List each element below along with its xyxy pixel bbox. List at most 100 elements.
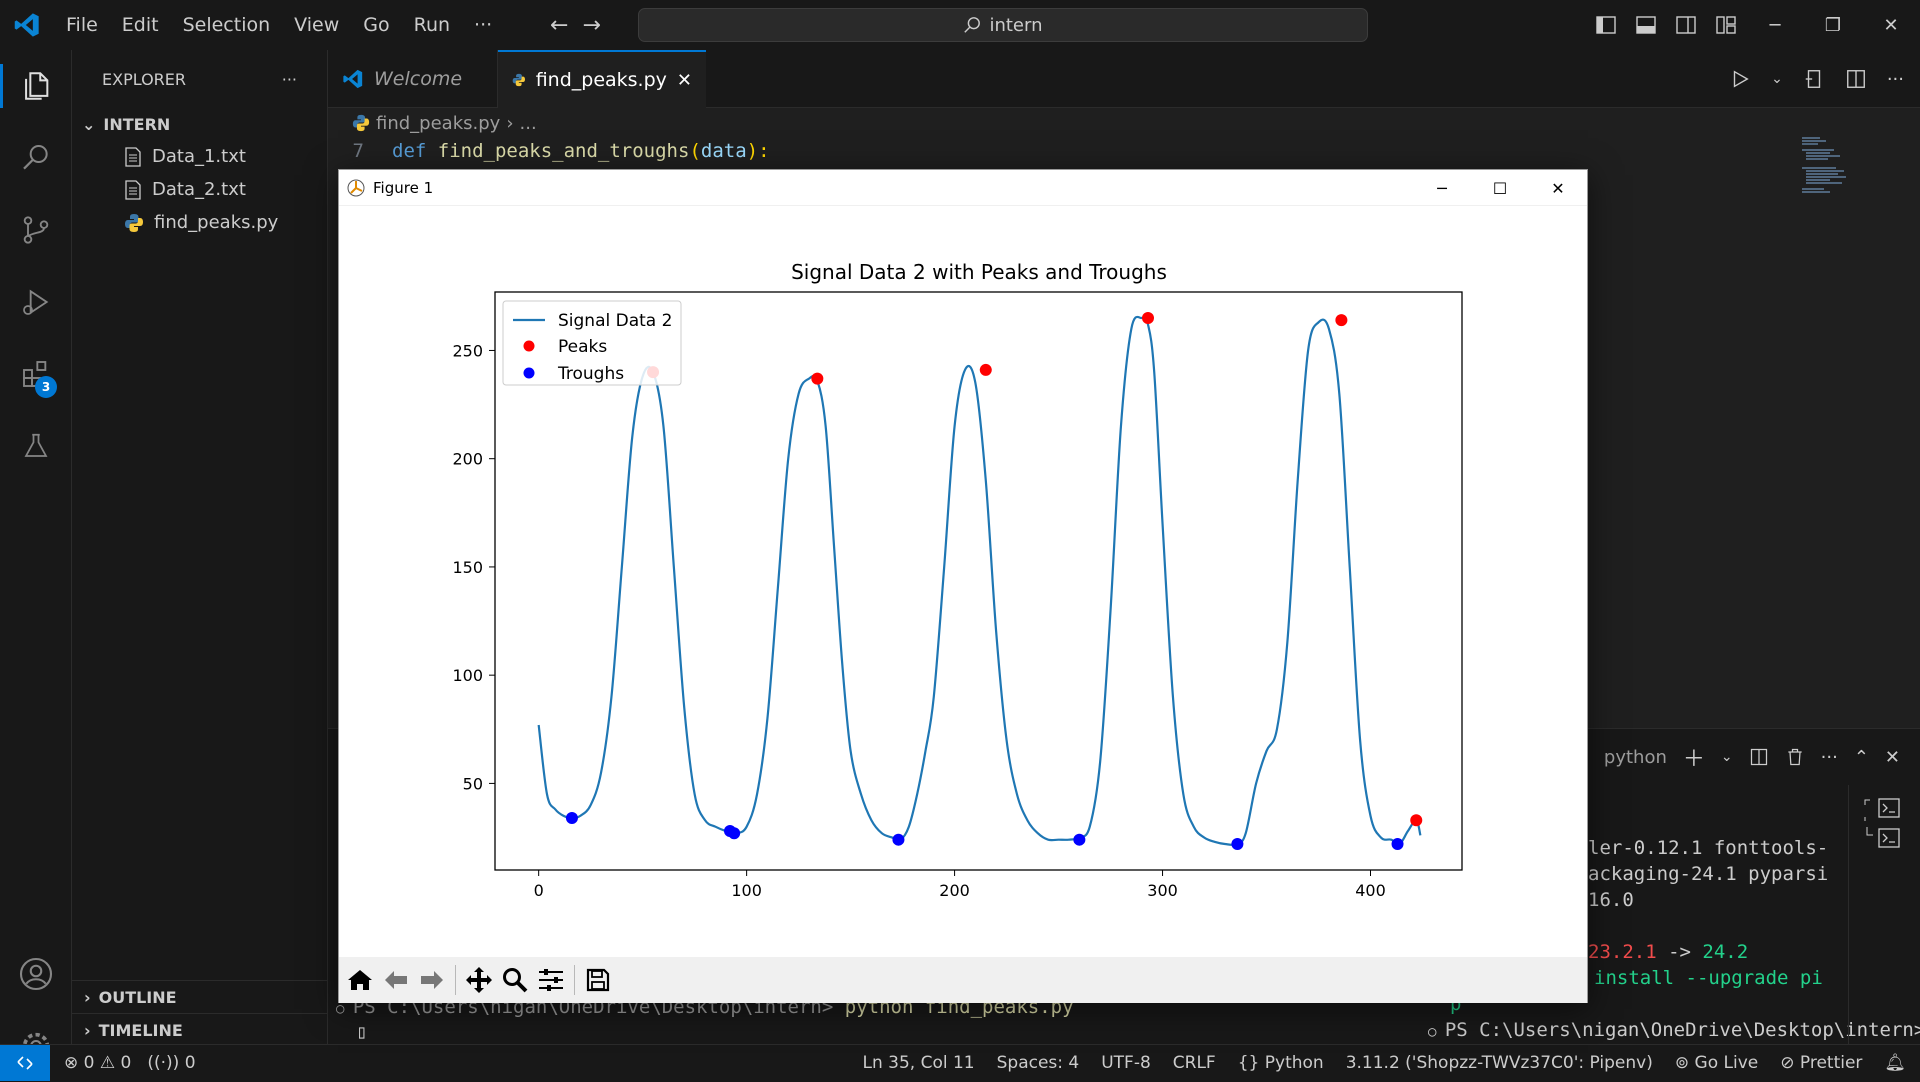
terminal-prompt-line[interactable]: ○ PS C:\Users\nigan\OneDrive\Desktop\int… — [1428, 1019, 1920, 1041]
outline-section[interactable]: › OUTLINE — [72, 980, 328, 1013]
restore-window-button[interactable]: ❐ — [1804, 0, 1862, 50]
encoding[interactable]: UTF-8 — [1101, 1053, 1151, 1073]
terminal-dropdown-chevron-icon[interactable]: ⌄ — [1721, 749, 1733, 765]
editor-tabs: Welcome find_peaks.py ✕ ⌄ ··· — [328, 50, 1920, 108]
chart-canvas[interactable]: Signal Data 2 with Peaks and Troughs 0 10… — [339, 206, 1587, 958]
command-center-search[interactable]: intern — [638, 8, 1368, 42]
home-icon[interactable] — [343, 960, 377, 1000]
search-activity-icon[interactable] — [0, 122, 72, 194]
folder-intern[interactable]: ⌄ INTERN — [72, 108, 327, 140]
terminal-shell-label[interactable]: python — [1604, 747, 1667, 768]
prettier-button[interactable]: ⊘ Prettier — [1780, 1053, 1862, 1073]
code-line: 7 def find_peaks_and_troughs ( data ): — [328, 140, 770, 168]
accounts-icon[interactable] — [0, 938, 72, 1010]
notifications-bell-icon[interactable]: 🔔︎ — [1884, 1053, 1906, 1073]
extensions-icon[interactable]: 3 — [0, 338, 72, 410]
end-of-line[interactable]: CRLF — [1173, 1053, 1216, 1073]
zoom-magnifier-icon[interactable] — [498, 960, 532, 1000]
split-terminal-icon[interactable] — [1749, 747, 1769, 767]
code-paren-open: ( — [689, 140, 701, 162]
explorer-sidebar: EXPLORER ··· ⌄ INTERN Data_1.txt Data_2.… — [72, 50, 328, 1044]
menu-edit[interactable]: Edit — [110, 0, 171, 50]
python-interpreter[interactable]: 3.11.2 ('Shopzz-TWVz37C0': Pipenv) — [1346, 1053, 1653, 1073]
run-python-file-icon[interactable] — [1729, 68, 1751, 90]
peak-marker — [1410, 814, 1423, 827]
menu-run[interactable]: Run — [402, 0, 462, 50]
figure-minimize-button[interactable]: ─ — [1413, 170, 1471, 206]
go-live-button[interactable]: ⊚ Go Live — [1675, 1053, 1758, 1073]
maximize-panel-chevron-icon[interactable]: ⌃ — [1854, 747, 1869, 768]
run-debug-icon[interactable] — [0, 266, 72, 338]
save-floppy-icon[interactable] — [581, 960, 615, 1000]
breadcrumb-symbol[interactable]: ... — [520, 113, 537, 134]
indentation[interactable]: Spaces: 4 — [997, 1053, 1080, 1073]
remote-indicator-icon[interactable] — [0, 1044, 50, 1081]
testing-flask-icon[interactable] — [0, 410, 72, 482]
compare-changes-icon[interactable] — [1803, 68, 1825, 90]
run-dropdown-chevron-icon[interactable]: ⌄ — [1771, 71, 1783, 87]
menu-view[interactable]: View — [282, 0, 351, 50]
tab-label: Welcome — [374, 68, 463, 90]
cursor-position[interactable]: Ln 35, Col 11 — [862, 1053, 974, 1073]
left-terminal-cursor: ▯ — [356, 1021, 368, 1043]
y-tick-label: 50 — [463, 774, 483, 793]
figure-close-button[interactable]: ✕ — [1529, 170, 1587, 206]
figure-maximize-button[interactable]: ☐ — [1471, 170, 1529, 206]
more-actions-icon[interactable]: ··· — [1887, 69, 1904, 90]
close-tab-icon[interactable]: ✕ — [677, 70, 692, 91]
customize-layout-icon[interactable] — [1706, 0, 1746, 50]
minimize-window-button[interactable]: ─ — [1746, 0, 1804, 50]
menu-go[interactable]: Go — [351, 0, 401, 50]
timeline-section[interactable]: › TIMELINE — [72, 1013, 328, 1046]
pan-move-icon[interactable] — [462, 960, 496, 1000]
close-panel-icon[interactable]: ✕ — [1885, 747, 1900, 768]
menu-selection[interactable]: Selection — [171, 0, 283, 50]
file-data-1[interactable]: Data_1.txt — [72, 140, 327, 173]
forward-arrow-icon[interactable]: → — [582, 13, 600, 38]
language-mode[interactable]: {} Python — [1238, 1053, 1324, 1073]
go-live-label: Go Live — [1694, 1053, 1759, 1073]
source-control-icon[interactable] — [0, 194, 72, 266]
tab-welcome[interactable]: Welcome — [328, 50, 498, 108]
toggle-panel-icon[interactable] — [1626, 0, 1666, 50]
back-arrow-icon[interactable]: ← — [550, 13, 568, 38]
back-arrow-icon[interactable] — [379, 960, 413, 1000]
file-data-2[interactable]: Data_2.txt — [72, 173, 327, 206]
explorer-more-icon[interactable]: ··· — [282, 70, 297, 89]
menu-more[interactable]: ··· — [462, 0, 504, 50]
powershell-terminal-icon[interactable] — [1863, 797, 1903, 823]
extensions-badge: 3 — [35, 376, 57, 398]
breadcrumb-file[interactable]: find_peaks.py — [376, 113, 500, 134]
breadcrumb-chevron-icon: › — [506, 112, 514, 134]
forward-arrow-icon[interactable] — [415, 960, 449, 1000]
warning-count: 0 — [120, 1052, 132, 1073]
python-terminal-icon[interactable] — [1863, 825, 1903, 851]
split-editor-icon[interactable] — [1845, 68, 1867, 90]
x-tick-label: 400 — [1355, 881, 1386, 900]
x-tick-label: 300 — [1147, 881, 1178, 900]
explorer-title: EXPLORER — [102, 69, 186, 89]
title-right-controls: ─ ❐ ✕ — [1586, 0, 1920, 50]
toggle-secondary-sidebar-icon[interactable] — [1666, 0, 1706, 50]
configure-subplots-icon[interactable] — [534, 960, 568, 1000]
problems-indicator[interactable]: ⊗ 0 ⚠ 0 — [64, 1053, 131, 1073]
file-find-peaks[interactable]: find_peaks.py — [72, 206, 327, 239]
search-icon — [964, 17, 981, 33]
menu-file[interactable]: File — [54, 0, 110, 50]
new-terminal-plus-icon[interactable]: ＋ — [1683, 741, 1705, 773]
broadcast-icon: ((·)) — [147, 1052, 180, 1073]
close-window-button[interactable]: ✕ — [1862, 0, 1920, 50]
trough-marker — [1231, 838, 1244, 851]
terminal-more-icon[interactable]: ··· — [1821, 747, 1838, 768]
editor-actions: ⌄ ··· — [1729, 50, 1904, 108]
ports-indicator[interactable]: ((·)) 0 — [147, 1053, 195, 1073]
tab-find-peaks[interactable]: find_peaks.py ✕ — [498, 50, 706, 108]
minimap[interactable] — [1800, 136, 1856, 216]
toggle-sidebar-icon[interactable] — [1586, 0, 1626, 50]
trash-icon[interactable] — [1785, 747, 1805, 767]
chevron-down-icon: ⌄ — [82, 114, 96, 134]
pip-arrow: -> — [1656, 941, 1703, 963]
explorer-activity-icon[interactable] — [0, 50, 72, 122]
y-tick-label: 150 — [452, 558, 483, 577]
prettier-label: Prettier — [1799, 1053, 1863, 1073]
